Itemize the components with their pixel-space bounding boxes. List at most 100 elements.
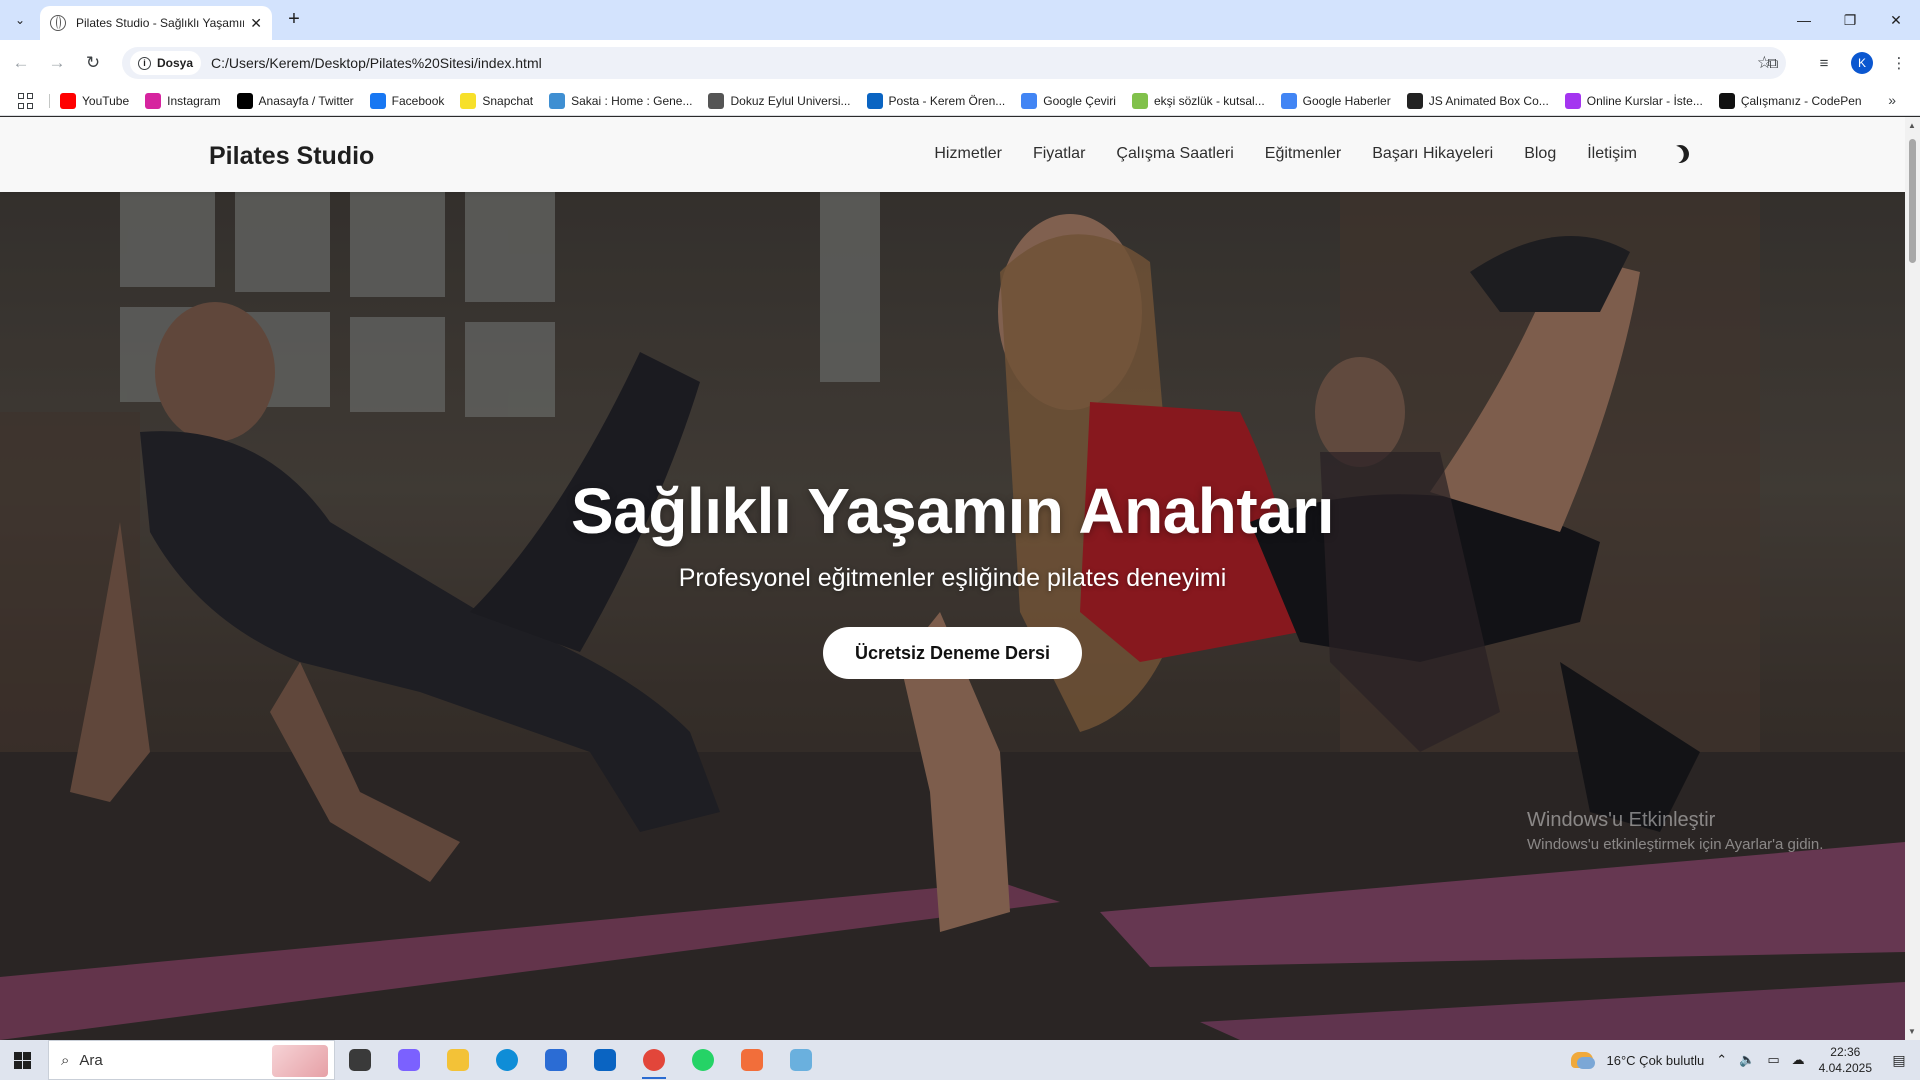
bookmark-item[interactable]: Online Kurslar - İste... bbox=[1564, 93, 1703, 109]
site-info-chip[interactable]: i Dosya bbox=[130, 51, 202, 75]
bookmark-item[interactable]: Dokuz Eylul Universi... bbox=[708, 93, 851, 109]
bookmarks-divider bbox=[49, 94, 50, 108]
nav-link[interactable]: Fiyatlar bbox=[1033, 145, 1085, 163]
weather-text[interactable]: 16°C Çok bulutlu bbox=[1607, 1053, 1705, 1068]
watermark-title: Windows'u Etkinleştir bbox=[1527, 809, 1716, 831]
hero-content: Sağlıklı Yaşamın Anahtarı Profesyonel eğ… bbox=[0, 474, 1905, 679]
clock[interactable]: 22:36 4.04.2025 bbox=[1819, 1044, 1872, 1076]
dark-mode-moon-icon[interactable] bbox=[1668, 142, 1693, 167]
tab-search-chevron-icon[interactable]: ⌄ bbox=[8, 8, 32, 32]
url-text[interactable]: C:/Users/Kerem/Desktop/Pilates%20Sitesi/… bbox=[211, 55, 542, 71]
microsoft-store-icon bbox=[545, 1049, 567, 1071]
more-bookmarks-icon[interactable]: » bbox=[1888, 92, 1896, 108]
profile-avatar[interactable]: K bbox=[1851, 52, 1873, 74]
notepad-icon bbox=[790, 1049, 812, 1071]
scroll-down-arrow-icon[interactable]: ▼ bbox=[1908, 1027, 1916, 1036]
nav-link[interactable]: Çalışma Saatleri bbox=[1116, 145, 1233, 163]
microsoft-store-taskbar-button[interactable] bbox=[536, 1044, 576, 1076]
whatsapp-icon bbox=[692, 1049, 714, 1071]
site-logo[interactable]: Pilates Studio bbox=[209, 142, 374, 171]
bookmark-label: JS Animated Box Co... bbox=[1428, 94, 1549, 108]
bookmark-label: Posta - Kerem Ören... bbox=[888, 94, 1006, 108]
nav-link[interactable]: İletişim bbox=[1587, 145, 1637, 163]
active-tab[interactable]: Pilates Studio - Sağlıklı Yaşamın Anahta… bbox=[40, 6, 272, 40]
back-button[interactable]: ← bbox=[8, 50, 34, 76]
watermark-subtitle: Windows'u etkinleştirmek için Ayarlar'a … bbox=[1527, 836, 1824, 853]
info-icon: i bbox=[138, 56, 151, 70]
bookmark-label: Online Kurslar - İste... bbox=[1586, 94, 1703, 108]
free-trial-button[interactable]: Ücretsiz Deneme Dersi bbox=[822, 627, 1083, 679]
tab-close-icon[interactable]: ✕ bbox=[250, 15, 262, 32]
udemy-icon bbox=[1564, 93, 1581, 109]
bookmark-item[interactable]: ekşi sözlük - kutsal... bbox=[1131, 93, 1265, 109]
scroll-up-arrow-icon[interactable]: ▲ bbox=[1908, 121, 1916, 130]
apps-grid-icon[interactable] bbox=[18, 93, 34, 109]
site-navbar: Pilates Studio Hizmetler Fiyatlar Çalışma … bbox=[0, 117, 1905, 192]
start-windows-icon[interactable] bbox=[14, 1052, 31, 1069]
clock-time: 22:36 bbox=[1830, 1045, 1861, 1059]
extensions-icon[interactable]: ⧉ bbox=[1762, 52, 1784, 74]
search-highlight-image bbox=[272, 1045, 328, 1077]
menu-kebab-icon[interactable]: ⋮ bbox=[1888, 52, 1910, 74]
scrollbar-thumb[interactable] bbox=[1909, 139, 1916, 263]
chrome-icon bbox=[643, 1049, 665, 1071]
edge-taskbar-button[interactable] bbox=[487, 1044, 527, 1076]
forward-button[interactable]: → bbox=[44, 50, 70, 76]
onedrive-cloud-icon[interactable]: ☁ bbox=[1792, 1052, 1805, 1068]
show-hidden-icons-chevron-icon[interactable]: ⌃ bbox=[1716, 1052, 1727, 1068]
reload-button[interactable]: ↻ bbox=[80, 50, 106, 76]
bookmark-item[interactable]: Google Haberler bbox=[1280, 93, 1391, 109]
outlook-taskbar-button[interactable] bbox=[585, 1044, 625, 1076]
xampp-taskbar-button[interactable] bbox=[732, 1044, 772, 1076]
copilot-taskbar-button[interactable] bbox=[389, 1044, 429, 1076]
nav-link[interactable]: Eğitmenler bbox=[1265, 145, 1341, 163]
bookmark-item[interactable]: JS Animated Box Co... bbox=[1406, 93, 1549, 109]
bookmark-label: Instagram bbox=[167, 94, 221, 108]
bookmark-item[interactable]: YouTube bbox=[60, 93, 129, 109]
bookmark-item[interactable]: Posta - Kerem Ören... bbox=[866, 93, 1006, 109]
whatsapp-taskbar-button[interactable] bbox=[683, 1044, 723, 1076]
close-window-button[interactable]: ✕ bbox=[1873, 0, 1919, 40]
edge-icon bbox=[496, 1049, 518, 1071]
x-icon bbox=[236, 93, 253, 109]
chrome-taskbar-button[interactable] bbox=[634, 1044, 674, 1079]
bookmark-item[interactable]: Facebook bbox=[369, 93, 445, 109]
bookmark-item[interactable]: Sakai : Home : Gene... bbox=[549, 93, 692, 109]
site-chip-label: Dosya bbox=[157, 56, 194, 70]
task-view-taskbar-button[interactable] bbox=[340, 1044, 380, 1076]
search-placeholder: Ara bbox=[79, 1051, 103, 1069]
bookmark-label: Sakai : Home : Gene... bbox=[571, 94, 693, 108]
volume-icon[interactable]: 🔈 bbox=[1739, 1052, 1755, 1068]
bookmark-item[interactable]: Instagram bbox=[145, 93, 221, 109]
page-scrollbar[interactable]: ▲ ▼ bbox=[1905, 117, 1920, 1040]
new-tab-button[interactable]: + bbox=[282, 8, 306, 32]
nav-link[interactable]: Hizmetler bbox=[934, 145, 1002, 163]
restore-button[interactable]: ❐ bbox=[1827, 0, 1873, 40]
notifications-icon[interactable]: ▤ bbox=[1884, 1052, 1914, 1069]
weather-cloud-icon[interactable] bbox=[1570, 1052, 1595, 1069]
nav-link[interactable]: Başarı Hikayeleri bbox=[1372, 145, 1493, 163]
tab-title: Pilates Studio - Sağlıklı Yaşamın Anahta… bbox=[76, 16, 244, 30]
bookmark-item[interactable]: Google Çeviri bbox=[1021, 93, 1116, 109]
bookmark-item[interactable]: Snapchat bbox=[460, 93, 533, 109]
nav-link[interactable]: Blog bbox=[1524, 145, 1556, 163]
notepad-taskbar-button[interactable] bbox=[781, 1044, 821, 1076]
minimize-button[interactable]: — bbox=[1781, 0, 1827, 40]
copilot-icon bbox=[398, 1049, 420, 1071]
taskbar-search-box[interactable]: ⌕ Ara bbox=[48, 1040, 335, 1080]
bookmark-item[interactable]: Anasayfa / Twitter bbox=[236, 93, 354, 109]
bookmarks-bar: YouTube Instagram Anasayfa / Twitter Facebo… bbox=[0, 86, 1920, 116]
bookmark-item[interactable]: Çalışmanız - CodePen bbox=[1718, 93, 1862, 109]
hero-subtitle: Profesyonel eğitmenler eşliğinde pilates… bbox=[678, 564, 1227, 592]
bookmark-label: Facebook bbox=[391, 94, 445, 108]
battery-icon[interactable]: ▭ bbox=[1767, 1052, 1779, 1068]
outlook-icon bbox=[866, 93, 883, 109]
site-menu: Hizmetler Fiyatlar Çalışma Saatleri Eğitmen… bbox=[903, 145, 1637, 163]
file-explorer-taskbar-button[interactable] bbox=[438, 1044, 478, 1076]
eksi-icon bbox=[1131, 93, 1148, 109]
address-bar[interactable]: i Dosya C:/Users/Kerem/Desktop/Pilates%2… bbox=[122, 47, 1786, 79]
tab-bar: ⌄ Pilates Studio - Sağlıklı Yaşamın Anah… bbox=[0, 0, 1920, 40]
globe-icon bbox=[50, 15, 66, 31]
media-controls-icon[interactable]: ≡ bbox=[1813, 52, 1835, 74]
search-icon: ⌕ bbox=[61, 1051, 70, 1069]
